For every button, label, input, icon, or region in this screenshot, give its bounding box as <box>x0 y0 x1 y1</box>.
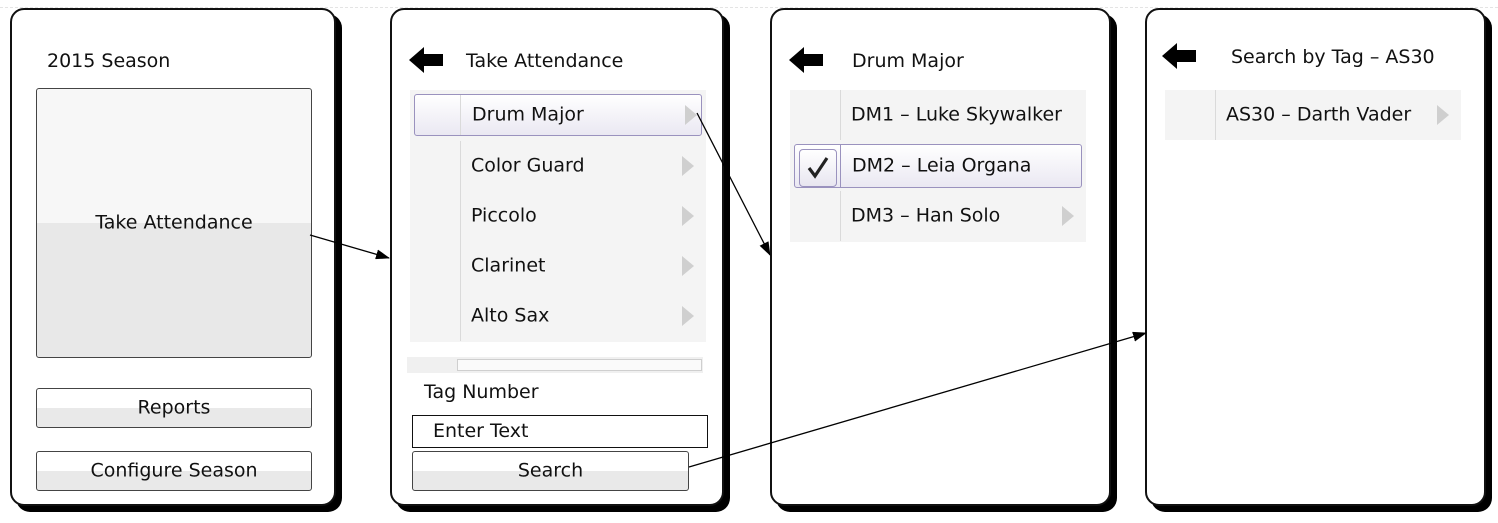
list-item-dm3[interactable]: DM3 – Han Solo <box>790 191 1086 241</box>
list-item-alto-sax[interactable]: Alto Sax <box>410 291 706 341</box>
scrollbar-thumb[interactable] <box>457 359 702 371</box>
row-gutter <box>790 90 841 140</box>
search-label: Search <box>517 459 584 482</box>
page-title: Search by Tag – AS30 <box>1231 46 1435 68</box>
tag-number-placeholder: Enter Text <box>433 420 529 442</box>
configure-season-button[interactable]: Configure Season <box>36 451 312 491</box>
page-title: Drum Major <box>852 50 964 72</box>
list-item-label: Piccolo <box>471 204 537 227</box>
list-item-label: DM3 – Han Solo <box>851 204 1001 227</box>
search-results-screen: Search by Tag – AS30 AS30 – Darth Vader <box>1145 8 1486 506</box>
reports-label: Reports <box>137 396 211 419</box>
list-item-dm2[interactable]: DM2 – Leia Organa <box>794 144 1082 188</box>
chevron-right-icon <box>682 156 694 176</box>
chevron-right-icon <box>682 206 694 226</box>
list-item-label: DM2 – Leia Organa <box>852 154 1032 177</box>
list-item-dm1[interactable]: DM1 – Luke Skywalker <box>790 90 1086 140</box>
list-item-label: DM1 – Luke Skywalker <box>851 103 1062 126</box>
page-title: Take Attendance <box>466 50 624 72</box>
reports-button[interactable]: Reports <box>36 388 312 428</box>
section-list: Drum Major Color Guard Piccolo Clarinet … <box>410 90 706 342</box>
member-list: DM1 – Luke Skywalker DM2 – Leia Organa D… <box>790 90 1086 242</box>
list-item-as30[interactable]: AS30 – Darth Vader <box>1165 90 1461 140</box>
take-attendance-screen: Take Attendance Drum Major Color Guard P… <box>390 8 724 506</box>
list-item-label: Alto Sax <box>471 304 550 327</box>
tag-number-input[interactable]: Enter Text <box>412 415 708 448</box>
take-attendance-label: Take Attendance <box>95 211 253 234</box>
back-arrow-icon[interactable] <box>789 47 823 73</box>
row-gutter <box>1165 90 1216 140</box>
row-gutter <box>795 145 841 187</box>
row-gutter <box>410 141 461 191</box>
list-item-label: AS30 – Darth Vader <box>1226 103 1412 126</box>
chevron-right-icon <box>1062 206 1074 226</box>
take-attendance-button[interactable]: Take Attendance <box>36 88 312 358</box>
horizontal-scrollbar[interactable] <box>407 357 703 373</box>
search-button[interactable]: Search <box>412 451 689 491</box>
list-item-piccolo[interactable]: Piccolo <box>410 191 706 241</box>
page-title: 2015 Season <box>47 50 171 72</box>
chevron-right-icon <box>685 105 697 125</box>
row-gutter <box>410 291 461 341</box>
list-item-clarinet[interactable]: Clarinet <box>410 241 706 291</box>
chevron-right-icon <box>1437 105 1449 125</box>
list-item-color-guard[interactable]: Color Guard <box>410 141 706 191</box>
list-item-label: Clarinet <box>471 254 546 277</box>
configure-season-label: Configure Season <box>90 459 258 482</box>
row-gutter <box>790 191 841 241</box>
list-item-drum-major[interactable]: Drum Major <box>414 94 702 136</box>
row-gutter <box>410 241 461 291</box>
back-arrow-icon[interactable] <box>1162 43 1196 69</box>
row-gutter <box>410 191 461 241</box>
chevron-right-icon <box>682 306 694 326</box>
row-gutter <box>415 95 461 135</box>
list-item-label: Color Guard <box>471 154 585 177</box>
back-arrow-icon[interactable] <box>409 47 443 73</box>
drum-major-screen: Drum Major DM1 – Luke Skywalker DM2 – Le… <box>770 8 1111 506</box>
season-screen: 2015 Season Take Attendance Reports Conf… <box>10 8 336 506</box>
tag-number-label: Tag Number <box>424 381 539 403</box>
list-item-label: Drum Major <box>472 103 584 126</box>
chevron-right-icon <box>682 256 694 276</box>
result-list: AS30 – Darth Vader <box>1165 90 1461 140</box>
